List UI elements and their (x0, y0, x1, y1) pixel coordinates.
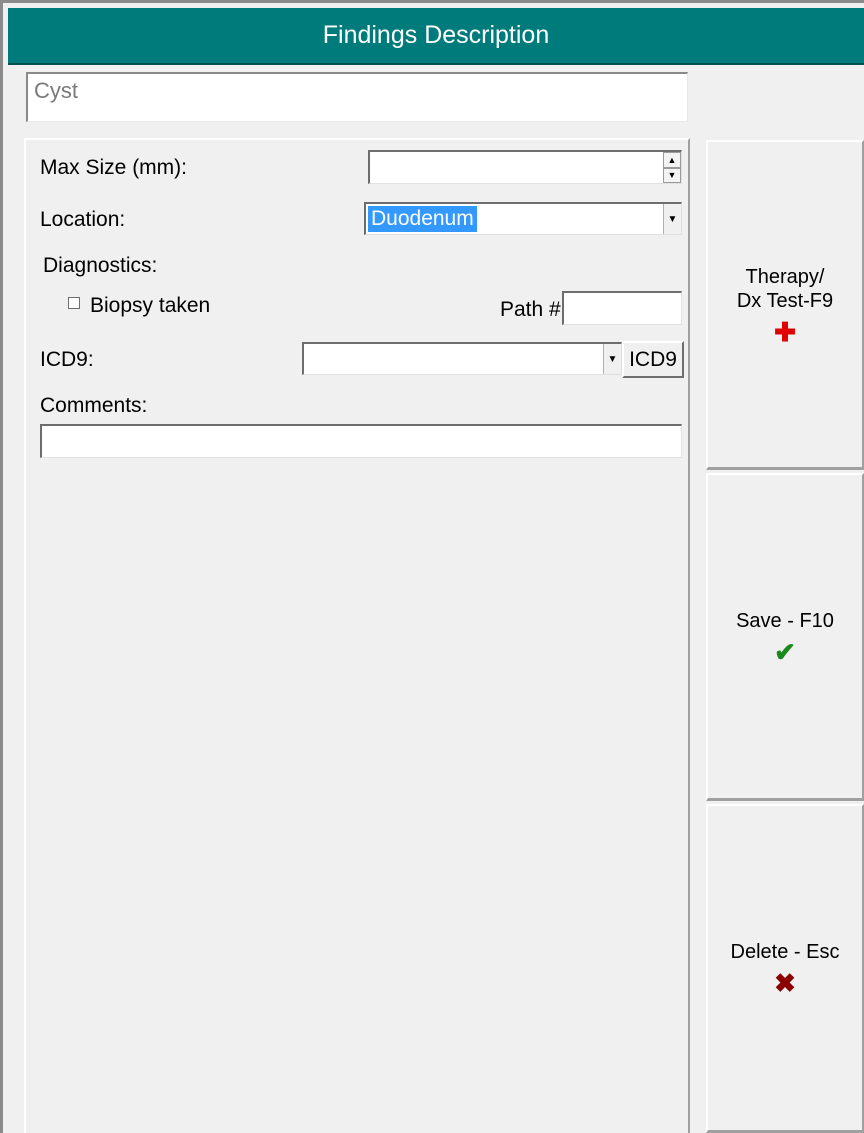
icd9-label: ICD9: (40, 348, 94, 371)
red-cross-icon: ✚ (774, 316, 796, 347)
location-select[interactable]: Duodenum ▼ (364, 202, 682, 235)
window-title: Findings Description (8, 8, 864, 65)
save-button[interactable]: Save - F10 ✔ (706, 473, 864, 801)
icd9-select[interactable]: ▼ (302, 342, 622, 375)
chevron-down-icon[interactable]: ▼ (663, 204, 681, 234)
biopsy-checkbox[interactable] (68, 297, 80, 309)
therapy-label-line2: Dx Test-F9 (736, 289, 834, 312)
red-x-icon: ✖ (774, 968, 796, 998)
spin-up-icon[interactable]: ▲ (663, 152, 681, 168)
finding-name-field[interactable]: Cyst (26, 72, 688, 122)
location-label: Location: (40, 208, 126, 231)
save-label: Save - F10 (736, 609, 834, 632)
therapy-label-line1: Therapy/ (745, 265, 825, 288)
path-number-input[interactable] (562, 291, 682, 325)
spin-down-icon[interactable]: ▼ (663, 167, 681, 183)
green-checkmark-icon: ✔ (774, 636, 796, 667)
delete-label: Delete - Esc (730, 941, 840, 963)
max-size-input[interactable]: ▲ ▼ (368, 150, 682, 184)
max-size-label: Max Size (mm): (40, 156, 187, 179)
comments-input[interactable] (40, 424, 682, 458)
location-selected-value: Duodenum (368, 206, 477, 232)
biopsy-label: Biopsy taken (90, 294, 211, 317)
chevron-down-icon[interactable]: ▼ (603, 344, 621, 374)
path-label: Path #: (500, 298, 567, 321)
comments-label: Comments: (40, 394, 148, 417)
icd9-lookup-button[interactable]: ICD9 (622, 341, 684, 378)
findings-form-panel: Max Size (mm): ▲ ▼ Location: Duodenum ▼ … (24, 138, 690, 1133)
therapy-dx-test-button[interactable]: Therapy/ Dx Test-F9 ✚ (706, 140, 864, 470)
diagnostics-label: Diagnostics: (43, 254, 158, 277)
delete-button[interactable]: Delete - Esc ✖ (706, 804, 864, 1133)
max-size-spinner[interactable]: ▲ ▼ (663, 152, 681, 183)
